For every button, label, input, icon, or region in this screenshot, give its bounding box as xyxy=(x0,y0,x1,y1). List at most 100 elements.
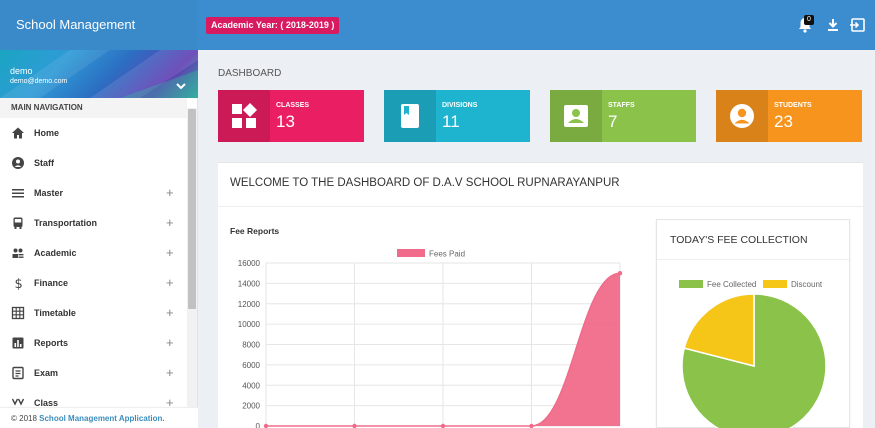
expand-plus-icon[interactable]: + xyxy=(166,365,174,380)
user-circle-icon xyxy=(12,157,24,169)
y-tick-label: 16000 xyxy=(238,259,261,268)
user-name: demo xyxy=(10,66,33,76)
fee-collection-panel: TODAY'S FEE COLLECTION Fee Collected Disc… xyxy=(656,219,851,428)
app-title[interactable]: School Management Application xyxy=(0,0,198,82)
sidebar-item-exam[interactable]: Exam + xyxy=(0,358,187,388)
page-title: DASHBOARD xyxy=(218,68,282,79)
home-icon xyxy=(12,127,24,139)
sidebar-item-label: Staff xyxy=(34,158,54,168)
info-box-label: STAFFS xyxy=(608,102,635,109)
expand-plus-icon[interactable]: + xyxy=(166,215,174,230)
y-tick-label: 2000 xyxy=(242,402,260,411)
data-point xyxy=(529,423,534,428)
contact-icon xyxy=(564,105,588,127)
info-box-label: DIVISIONS xyxy=(442,102,478,109)
fee-collection-title: TODAY'S FEE COLLECTION xyxy=(670,234,808,246)
y-tick-label: 14000 xyxy=(238,279,261,288)
expand-plus-icon[interactable]: + xyxy=(166,275,174,290)
y-tick-label: 10000 xyxy=(238,320,261,329)
info-box-classes[interactable]: CLASSES 13 xyxy=(218,90,364,142)
chevron-down-icon[interactable] xyxy=(174,81,188,91)
legend-label: Fees Paid xyxy=(429,250,465,259)
y-tick-label: 4000 xyxy=(242,381,260,390)
menu-icon xyxy=(12,189,24,198)
expand-plus-icon[interactable]: + xyxy=(166,245,174,260)
legend-swatch xyxy=(763,280,787,288)
divider xyxy=(218,206,863,207)
sidebar-item-home[interactable]: Home xyxy=(0,118,187,148)
user-email: demo@demo.com xyxy=(10,78,68,85)
sidebar-scrollbar-thumb[interactable] xyxy=(188,109,196,309)
svg-text:$: $ xyxy=(15,277,23,290)
sidebar-item-academic[interactable]: Academic + xyxy=(0,238,187,268)
legend-swatch xyxy=(679,280,703,288)
info-box-value: 11 xyxy=(442,112,460,131)
sidebar-item-class[interactable]: Class + xyxy=(0,388,187,408)
sidebar-item-label: Finance xyxy=(34,278,69,288)
book-icon xyxy=(401,104,419,128)
info-box-divisions[interactable]: DIVISIONS 11 xyxy=(384,90,530,142)
sidebar-item-label: Timetable xyxy=(34,308,76,318)
data-point xyxy=(352,423,357,428)
top-navbar: School Management Application Academic Y… xyxy=(0,0,875,82)
divider xyxy=(657,259,851,260)
download-icon[interactable] xyxy=(823,15,843,35)
nav-header: MAIN NAVIGATION xyxy=(0,98,187,118)
info-box-label: STUDENTS xyxy=(774,102,812,109)
y-tick-label: 6000 xyxy=(242,361,260,370)
sidebar: demo demo@demo.com MAIN NAVIGATION Home … xyxy=(0,50,198,428)
sidebar-item-staff[interactable]: Staff xyxy=(0,148,187,178)
account-circle-icon xyxy=(730,104,754,128)
sidebar-item-finance[interactable]: $ Finance + xyxy=(0,268,187,298)
footer-app-link[interactable]: School Management Application. xyxy=(39,414,165,423)
legend-swatch xyxy=(397,249,425,257)
document-icon xyxy=(12,366,24,380)
sidebar-item-label: Academic xyxy=(34,248,77,258)
info-box-staffs[interactable]: STAFFS 7 xyxy=(550,90,696,142)
sidebar-item-reports[interactable]: Reports + xyxy=(0,328,187,358)
info-box-icon-area xyxy=(384,90,436,142)
sidebar-item-master[interactable]: Master + xyxy=(0,178,187,208)
legend-label: Fee Collected xyxy=(707,280,756,289)
user-panel[interactable]: demo demo@demo.com xyxy=(0,50,198,98)
dollar-icon: $ xyxy=(15,277,23,290)
y-tick-label: 0 xyxy=(256,422,261,428)
academic-year-badge: Academic Year: ( 2018-2019 ) xyxy=(206,17,340,34)
info-box-label: CLASSES xyxy=(276,102,310,109)
sidebar-item-label: Master xyxy=(34,188,64,198)
y-tick-label: 12000 xyxy=(238,300,261,309)
sidebar-item-transportation[interactable]: Transportation + xyxy=(0,208,187,238)
expand-plus-icon[interactable]: + xyxy=(166,305,174,320)
welcome-title: WELCOME TO THE DASHBOARD OF D.A.V SCHOOL… xyxy=(230,177,620,189)
bus-icon xyxy=(13,217,23,229)
legend-label: Discount xyxy=(791,280,823,289)
fee-collection-chart: Fee Collected Discount xyxy=(679,280,827,428)
data-point xyxy=(440,423,446,428)
data-point xyxy=(263,423,269,428)
info-box-students[interactable]: STUDENTS 23 xyxy=(716,90,862,142)
info-box-value: 23 xyxy=(774,112,793,131)
expand-plus-icon[interactable]: + xyxy=(166,185,174,200)
sidebar-item-timetable[interactable]: Timetable + xyxy=(0,298,187,328)
info-box-value: 13 xyxy=(276,112,295,131)
footer-copyright: © 2018 xyxy=(11,414,40,423)
notification-count-badge: 0 xyxy=(804,15,814,25)
people-icon xyxy=(12,248,24,258)
sidebar-item-label: Reports xyxy=(34,338,69,348)
fee-reports-title: Fee Reports xyxy=(230,226,280,236)
classes-icon xyxy=(232,103,257,128)
grid-icon xyxy=(11,306,25,320)
info-box-icon-area xyxy=(716,90,768,142)
y-tick-label: 8000 xyxy=(242,341,260,350)
data-point xyxy=(617,270,623,276)
footer: © 2018 School Management Application. xyxy=(0,407,198,428)
logout-icon[interactable] xyxy=(848,15,868,35)
sidebar-item-label: Home xyxy=(34,128,60,138)
info-box-icon-area xyxy=(550,90,602,142)
expand-plus-icon[interactable]: + xyxy=(166,335,174,350)
bar-chart-icon xyxy=(12,337,24,349)
sidebar-item-label: Exam xyxy=(34,368,59,378)
info-box-icon-area xyxy=(218,90,270,142)
fee-reports-chart: Fees Paid 0 2000 4000 6000 8000 10000 12000 1400… xyxy=(238,249,623,428)
info-box-value: 7 xyxy=(608,112,618,131)
